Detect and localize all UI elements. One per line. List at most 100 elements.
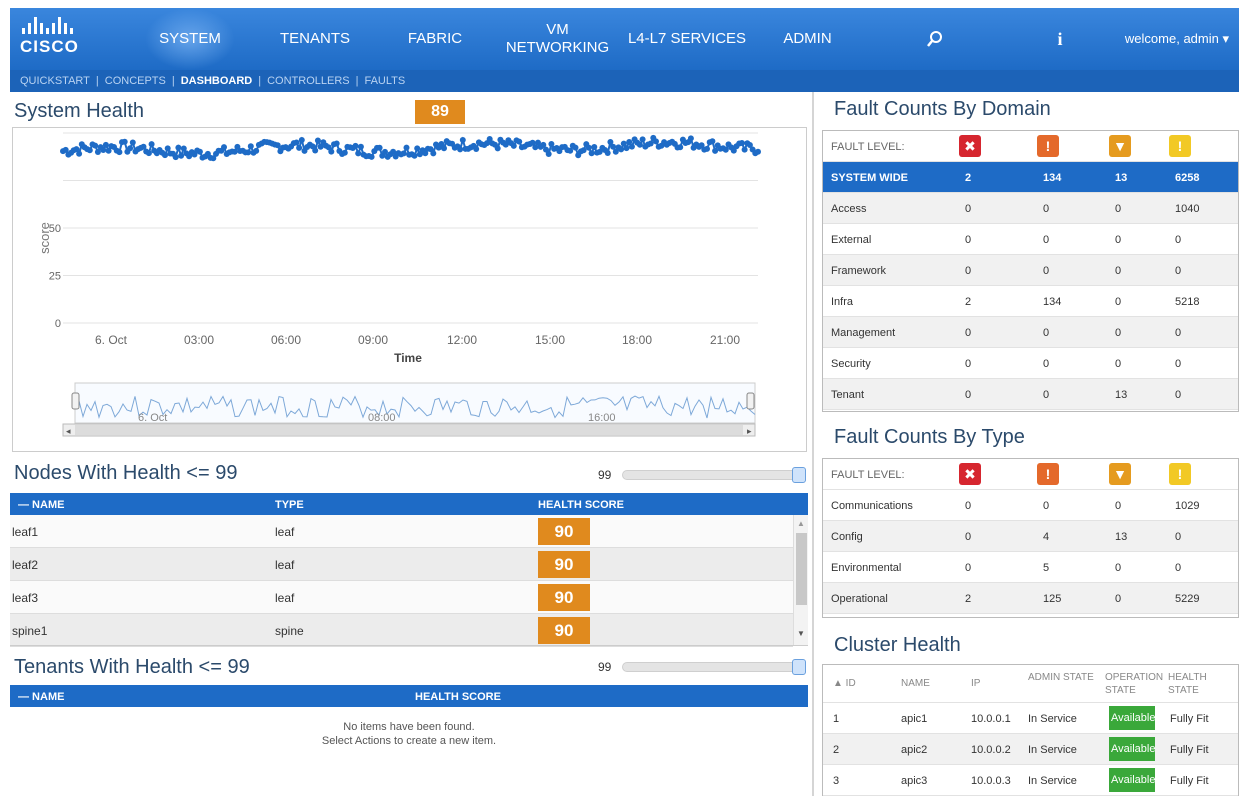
nodes-slider-handle[interactable] bbox=[792, 467, 806, 483]
cisco-logo[interactable]: CISCO bbox=[20, 16, 90, 64]
health-point[interactable] bbox=[741, 146, 748, 153]
table-row[interactable]: Communications 0 0 0 1029 bbox=[823, 490, 1238, 521]
table-row[interactable]: 3 apic3 10.0.0.3 In Service Available Fully F… bbox=[823, 765, 1238, 796]
health-point[interactable] bbox=[178, 152, 185, 159]
table-row[interactable]: Config 0 4 13 0 bbox=[823, 521, 1238, 552]
navigator-handle[interactable] bbox=[71, 392, 80, 410]
cluster-col-header[interactable]: HEALTH STATE bbox=[1168, 671, 1234, 697]
health-point[interactable] bbox=[628, 143, 635, 150]
health-point[interactable] bbox=[687, 135, 694, 142]
health-point[interactable] bbox=[164, 145, 171, 152]
subnav-concepts[interactable]: CONCEPTS bbox=[105, 75, 166, 87]
table-row[interactable]: leaf3 leaf 90 bbox=[10, 581, 793, 614]
nodes-scroll-thumb[interactable] bbox=[796, 533, 807, 605]
warning-icon[interactable]: ! bbox=[1169, 135, 1191, 157]
health-point[interactable] bbox=[296, 144, 303, 151]
health-point[interactable] bbox=[545, 151, 552, 157]
navigator-handle[interactable] bbox=[746, 392, 755, 410]
health-point[interactable] bbox=[172, 154, 179, 161]
health-point[interactable] bbox=[591, 144, 598, 150]
health-point[interactable] bbox=[196, 148, 203, 155]
health-point[interactable] bbox=[400, 150, 407, 157]
nodes-health-slider[interactable] bbox=[622, 470, 806, 480]
health-point[interactable] bbox=[494, 145, 501, 152]
col-health-score[interactable]: HEALTH SCORE bbox=[538, 499, 624, 511]
table-row[interactable]: Framework 0 0 0 0 bbox=[823, 255, 1238, 286]
nav-l4-l7-services[interactable]: L4-L7 SERVICES bbox=[622, 8, 752, 70]
user-menu[interactable]: welcome, admin ▾ bbox=[1125, 8, 1229, 70]
health-point[interactable] bbox=[121, 138, 128, 145]
health-point[interactable] bbox=[92, 142, 99, 149]
col-type[interactable]: TYPE bbox=[275, 499, 304, 511]
health-point[interactable] bbox=[341, 149, 348, 156]
health-point[interactable] bbox=[76, 150, 83, 157]
nav-system[interactable]: SYSTEM bbox=[145, 8, 235, 70]
health-point[interactable] bbox=[127, 145, 134, 152]
health-point[interactable] bbox=[473, 146, 480, 152]
scroll-down-icon[interactable]: ▼ bbox=[797, 629, 805, 638]
health-point[interactable] bbox=[712, 147, 719, 154]
scroll-up-icon[interactable]: ▲ bbox=[797, 519, 805, 528]
health-point[interactable] bbox=[328, 148, 335, 155]
major-icon[interactable]: ! bbox=[1037, 135, 1059, 157]
major-icon[interactable]: ! bbox=[1037, 463, 1059, 485]
health-point[interactable] bbox=[148, 141, 155, 148]
col-name[interactable]: — NAME bbox=[18, 499, 64, 511]
tenants-slider-handle[interactable] bbox=[792, 659, 806, 675]
cluster-col-header[interactable]: ADMIN STATE bbox=[1028, 671, 1094, 684]
table-row[interactable]: Management 0 0 0 0 bbox=[823, 317, 1238, 348]
critical-icon[interactable]: ✖ bbox=[959, 135, 981, 157]
health-point[interactable] bbox=[274, 142, 281, 149]
health-point[interactable] bbox=[368, 153, 375, 160]
health-point[interactable] bbox=[355, 150, 362, 157]
health-point[interactable] bbox=[636, 141, 643, 148]
health-point[interactable] bbox=[459, 137, 466, 143]
table-row[interactable]: leaf1 leaf 90 bbox=[10, 515, 793, 548]
nav-admin[interactable]: ADMIN bbox=[770, 8, 845, 70]
health-point[interactable] bbox=[677, 144, 684, 151]
critical-icon[interactable]: ✖ bbox=[959, 463, 981, 485]
subnav-dashboard[interactable]: DASHBOARD bbox=[181, 75, 253, 87]
nav-vm-networking[interactable]: VM NETWORKING bbox=[500, 8, 615, 70]
health-point[interactable] bbox=[585, 144, 592, 151]
health-point[interactable] bbox=[162, 152, 168, 159]
chart-navigator[interactable]: 6. Oct 08:00 16:00 bbox=[71, 382, 756, 424]
health-point[interactable] bbox=[572, 144, 579, 151]
health-point[interactable] bbox=[755, 148, 761, 155]
subnav-controllers[interactable]: CONTROLLERS bbox=[267, 75, 350, 87]
cluster-col-header[interactable]: OPERATION STATE bbox=[1105, 671, 1171, 697]
subnav-quickstart[interactable]: QUICKSTART bbox=[20, 75, 90, 87]
health-point[interactable] bbox=[376, 144, 383, 151]
health-point[interactable] bbox=[610, 143, 617, 150]
health-point[interactable] bbox=[623, 145, 630, 152]
health-line-chart[interactable]: 02550score6. Oct 03:00 06:00 09:00 12:00 15:0… bbox=[13, 128, 806, 451]
scroll-right-icon[interactable]: ▸ bbox=[747, 426, 752, 436]
warning-icon[interactable]: ! bbox=[1169, 463, 1191, 485]
health-point[interactable] bbox=[312, 147, 319, 154]
minor-icon[interactable]: ▼ bbox=[1109, 463, 1131, 485]
health-point[interactable] bbox=[129, 139, 136, 146]
health-point[interactable] bbox=[352, 142, 359, 149]
health-point[interactable] bbox=[604, 150, 611, 156]
health-point[interactable] bbox=[618, 146, 625, 153]
scroll-left-icon[interactable]: ◂ bbox=[66, 426, 71, 436]
cluster-col-header[interactable]: NAME bbox=[901, 677, 967, 690]
table-row[interactable]: Operational 2 125 0 5229 bbox=[823, 583, 1238, 614]
tenants-col-name[interactable]: — NAME bbox=[18, 691, 64, 703]
health-point[interactable] bbox=[333, 140, 340, 147]
table-row[interactable]: Tenant 0 0 13 0 bbox=[823, 379, 1238, 410]
chart-scroll-thumb[interactable] bbox=[75, 425, 743, 435]
table-row[interactable]: External 0 0 0 0 bbox=[823, 224, 1238, 255]
health-point[interactable] bbox=[293, 139, 300, 146]
health-point[interactable] bbox=[709, 138, 716, 145]
health-point[interactable] bbox=[738, 140, 745, 146]
health-point[interactable] bbox=[100, 147, 107, 153]
health-point[interactable] bbox=[221, 144, 227, 151]
health-point[interactable] bbox=[314, 137, 321, 144]
health-point[interactable] bbox=[722, 146, 729, 153]
search-icon[interactable] bbox=[915, 8, 955, 70]
table-row[interactable]: leaf2 leaf 90 bbox=[10, 548, 793, 581]
health-point[interactable] bbox=[639, 136, 646, 143]
table-row[interactable]: Access 0 0 0 1040 bbox=[823, 193, 1238, 224]
nav-fabric[interactable]: FABRIC bbox=[395, 8, 475, 70]
